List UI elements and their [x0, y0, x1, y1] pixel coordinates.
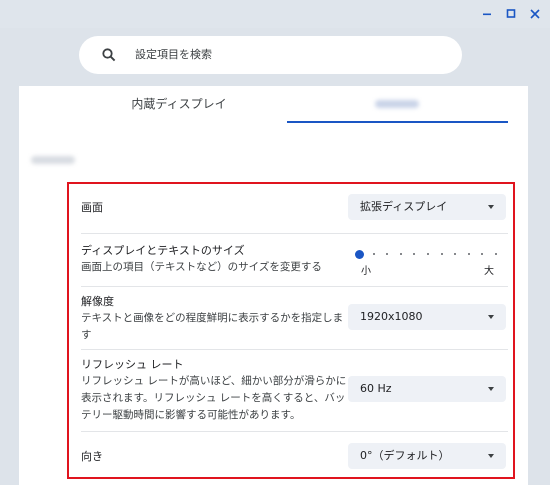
screen-mode-value: 拡張ディスプレイ: [360, 200, 448, 213]
divider: [81, 286, 508, 287]
refresh-rate-value: 60 Hz: [360, 382, 392, 395]
tab-built-in-display[interactable]: 内蔵ディスプレイ: [79, 86, 279, 124]
divider: [81, 233, 508, 234]
resolution-select[interactable]: 1920x1080: [348, 304, 506, 330]
search-input[interactable]: 設定項目を検索: [79, 36, 462, 74]
close-icon[interactable]: [526, 5, 544, 23]
refresh-rate-label: リフレッシュ レート: [81, 358, 184, 371]
slider-max-label: 大: [484, 266, 494, 277]
dropdown-arrow-icon: [488, 387, 494, 391]
settings-header: 設定項目を検索: [0, 28, 550, 86]
slider-tick: [372, 253, 375, 255]
slider-tick: [399, 253, 402, 255]
slider-tick: [467, 253, 470, 255]
maximize-icon[interactable]: [502, 5, 520, 23]
slider-tick: [495, 253, 497, 255]
slider-track: [359, 253, 497, 255]
tab-external-display[interactable]: [287, 86, 507, 124]
slider-tick: [481, 253, 484, 255]
search-icon: [102, 48, 116, 62]
dropdown-arrow-icon: [488, 205, 494, 209]
resolution-value: 1920x1080: [360, 310, 423, 323]
orientation-select[interactable]: 0°（デフォルト）: [348, 443, 506, 469]
redacted-display-name: [375, 100, 419, 108]
refresh-rate-desc: リフレッシュ レートが高いほど、細かい部分が滑らかに表示されます。リフレッシュ …: [81, 375, 347, 421]
dropdown-arrow-icon: [488, 315, 494, 319]
minimize-icon[interactable]: [478, 5, 496, 23]
slider-min-label: 小: [361, 266, 371, 277]
active-tab-indicator: [287, 121, 508, 123]
refresh-rate-select[interactable]: 60 Hz: [348, 376, 506, 402]
display-size-slider[interactable]: [355, 250, 498, 260]
dropdown-arrow-icon: [488, 454, 494, 458]
divider: [81, 349, 508, 350]
slider-tick: [427, 253, 429, 255]
slider-thumb[interactable]: [355, 250, 364, 259]
slider-tick: [440, 253, 443, 255]
resolution-desc: テキストと画像をどの程度鮮明に表示するかを指定します: [81, 312, 344, 341]
slider-tick: [454, 253, 457, 255]
slider-tick: [413, 253, 416, 255]
title-bar: [0, 0, 550, 28]
search-placeholder: 設定項目を検索: [135, 48, 212, 61]
divider: [81, 431, 508, 432]
slider-tick: [386, 253, 389, 255]
tab-label: 内蔵ディスプレイ: [131, 97, 227, 111]
redacted-device-name: [31, 156, 75, 164]
orientation-value: 0°（デフォルト）: [360, 449, 450, 462]
display-size-desc: 画面上の項目（テキストなど）のサイズを変更する: [81, 261, 322, 273]
screen-mode-select[interactable]: 拡張ディスプレイ: [348, 194, 506, 220]
